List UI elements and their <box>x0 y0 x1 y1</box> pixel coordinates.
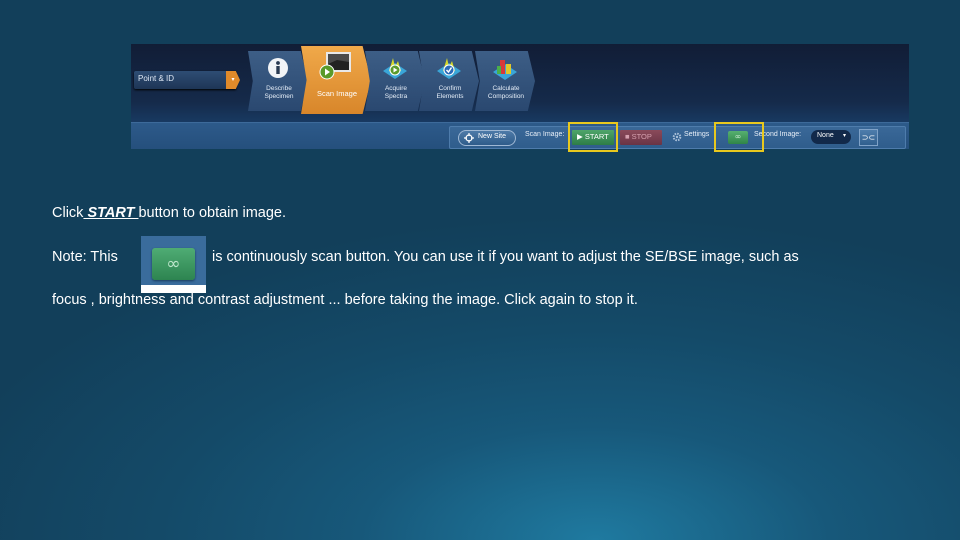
note-prefix: Note: This <box>52 249 118 265</box>
acquire-spectra-icon <box>383 58 407 79</box>
step-label-2: Spectra <box>384 93 408 100</box>
second-image-dropdown[interactable]: None ▾ <box>811 130 851 144</box>
stop-button[interactable]: ■ STOP <box>620 130 662 145</box>
mode-dropdown[interactable]: Point & ID ▾ <box>134 71 240 89</box>
info-icon <box>268 58 288 78</box>
confirm-elements-icon <box>437 58 461 79</box>
instruction-click: Click <box>52 205 84 221</box>
note-text: is continuously scan button. You can use… <box>212 249 799 265</box>
second-image-value: None <box>817 132 834 139</box>
stop-label: ■ STOP <box>625 132 652 141</box>
software-screenshot: Point & ID ▾ Describe Specimen Scan Imag… <box>131 44 909 149</box>
settings-button[interactable]: Settings <box>684 131 709 138</box>
step-acquire-spectra[interactable]: Acquire Spectra <box>365 51 425 111</box>
highlight-start-button <box>568 122 618 152</box>
mode-dropdown-label: Point & ID <box>138 74 175 83</box>
swap-icon: ⊃⊂ <box>861 133 876 142</box>
highlight-continuous-button <box>714 122 764 152</box>
scan-toolbar: New Site Scan Image: ▶ START ■ STOP Sett… <box>131 122 909 149</box>
scan-image-icon <box>319 52 351 80</box>
toolbar-panel: New Site Scan Image: ▶ START ■ STOP Sett… <box>449 126 906 149</box>
new-site-button[interactable]: New Site <box>458 130 516 146</box>
gear-icon <box>672 132 682 142</box>
scan-image-label: Scan Image: <box>525 131 565 138</box>
step-label-1: Acquire <box>384 85 408 92</box>
step-label-1: Confirm <box>438 85 462 92</box>
chevron-down-icon[interactable]: ▾ <box>226 71 240 89</box>
infinity-icon: ∞ <box>152 248 195 280</box>
instruction-rest: button to obtain image. <box>138 205 287 221</box>
step-label-1: Scan Image <box>316 89 358 98</box>
step-label-2: Elements <box>436 93 464 100</box>
continuous-scan-inline-image: ∞ <box>141 236 206 293</box>
step-calculate-composition[interactable]: Calculate Composition <box>475 51 535 111</box>
step-label-2: Specimen <box>264 93 294 100</box>
instruction-start-keyword: START <box>83 205 139 221</box>
step-describe-specimen[interactable]: Describe Specimen <box>248 51 308 111</box>
instruction-line-3: focus , brightness and contrast adjustme… <box>52 292 638 308</box>
crosshair-icon <box>464 133 474 143</box>
step-label-1: Calculate <box>492 85 520 92</box>
instruction-line-1: Click START button to obtain image. <box>52 205 286 221</box>
calculate-composition-icon <box>493 60 517 80</box>
new-site-label: New Site <box>478 133 507 140</box>
step-label-2: Composition <box>487 93 525 100</box>
chevron-down-icon: ▾ <box>842 132 846 139</box>
step-confirm-elements[interactable]: Confirm Elements <box>419 51 479 111</box>
swap-button[interactable]: ⊃⊂ <box>859 129 878 146</box>
step-label-1: Describe <box>266 85 292 92</box>
step-scan-image[interactable]: Scan Image <box>301 46 371 114</box>
